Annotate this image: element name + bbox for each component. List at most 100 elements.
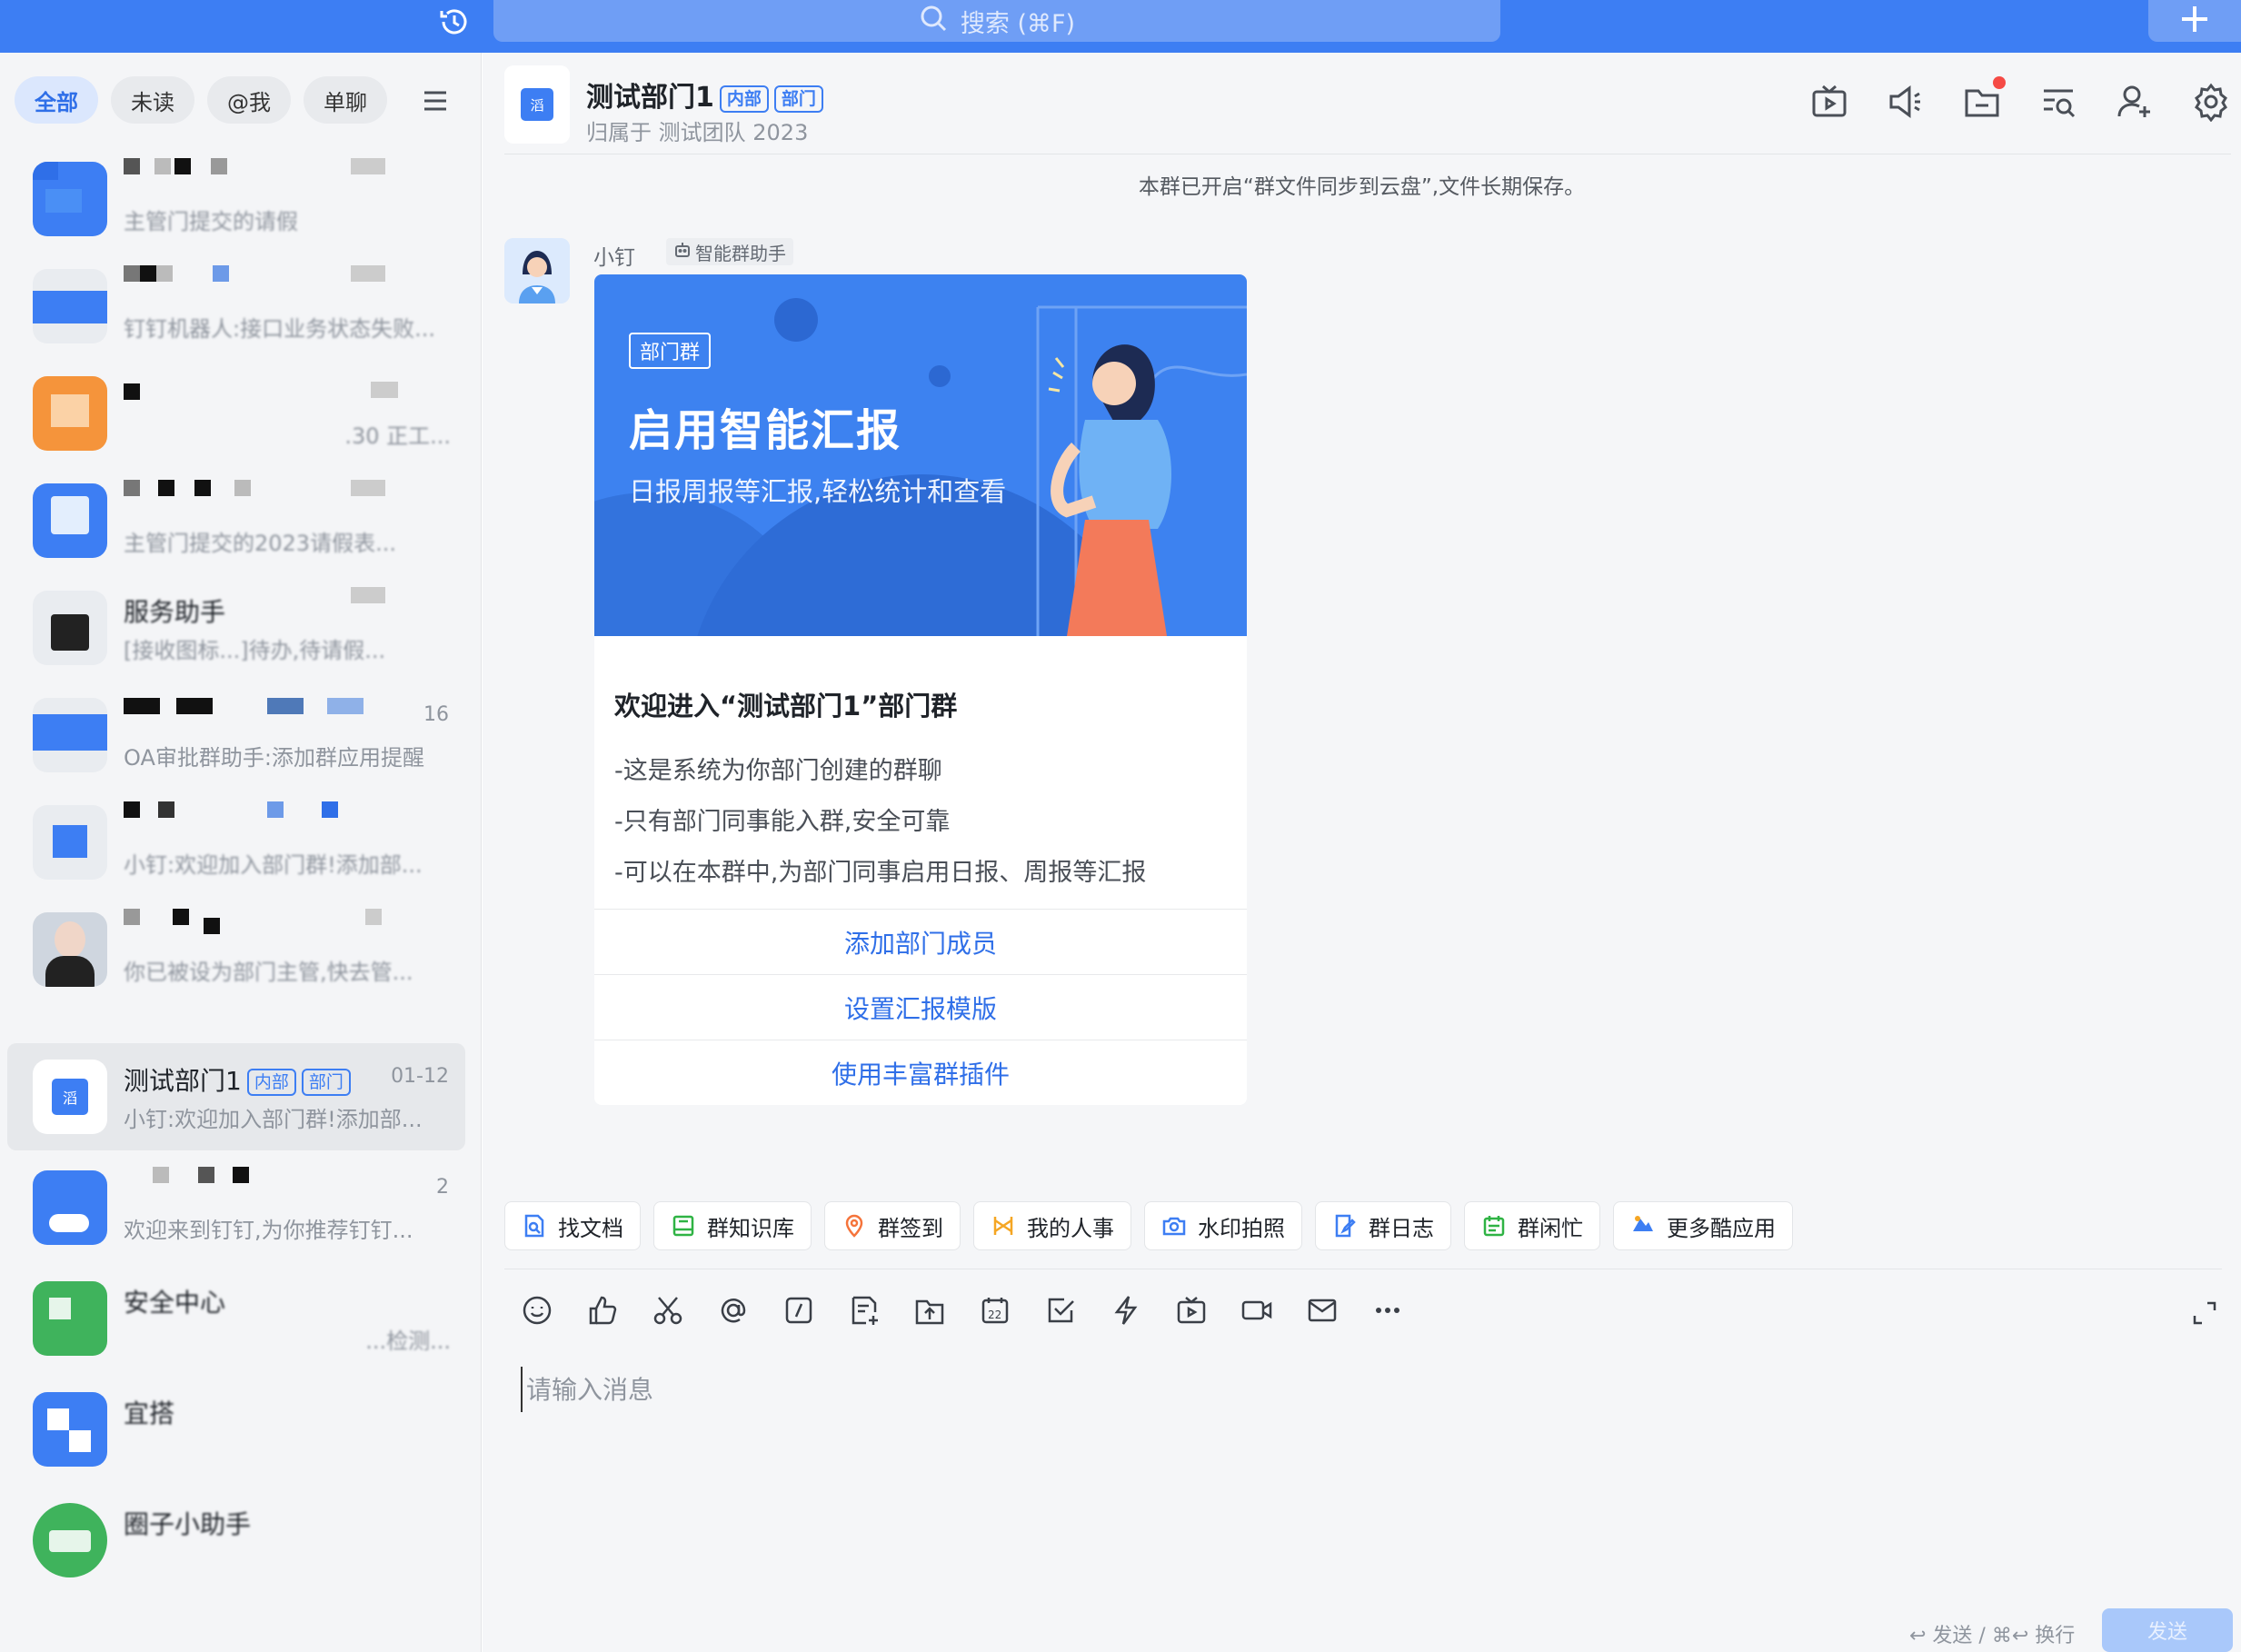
mention-icon[interactable] bbox=[717, 1294, 752, 1329]
avatar bbox=[33, 376, 107, 451]
mail-icon[interactable] bbox=[1306, 1294, 1340, 1329]
live-icon[interactable] bbox=[1809, 82, 1849, 122]
conversation-title: 宜搭 bbox=[124, 1398, 175, 1428]
conversation-title: 服务助手 bbox=[124, 597, 226, 627]
conversation-item[interactable]: 主管门提交的2023请假表... bbox=[7, 467, 465, 574]
conversation-preview: 小钉:欢迎加入部门群!添加部... bbox=[124, 852, 423, 878]
avatar bbox=[33, 162, 107, 236]
expand-icon[interactable] bbox=[2191, 1299, 2218, 1327]
conversation-item[interactable]: 2 欢迎来到钉钉,为你推荐钉钉... bbox=[7, 1154, 465, 1261]
header-toolbar bbox=[1809, 76, 2231, 123]
app-knowledge-base[interactable]: 群知识库 bbox=[653, 1201, 812, 1250]
conversation-item[interactable]: 小钉:欢迎加入部门群!添加部... bbox=[7, 789, 465, 896]
location-icon bbox=[842, 1213, 867, 1239]
slash-command-icon[interactable] bbox=[782, 1294, 817, 1329]
filter-all[interactable]: 全部 bbox=[15, 76, 98, 124]
conversation-title: 圈子小助手 bbox=[124, 1509, 252, 1539]
upload-file-icon[interactable] bbox=[913, 1294, 948, 1329]
bot-avatar[interactable] bbox=[504, 238, 570, 304]
history-icon[interactable] bbox=[436, 4, 476, 40]
conversation-preview: .30 正工... bbox=[344, 423, 451, 449]
filter-single-chat[interactable]: 单聊 bbox=[304, 76, 387, 124]
video-call-icon[interactable] bbox=[1240, 1294, 1275, 1329]
conversation-time: 2 bbox=[436, 1176, 449, 1199]
calendar-icon bbox=[1481, 1213, 1507, 1239]
set-report-template-button[interactable]: 设置汇报模版 bbox=[594, 974, 1247, 1040]
calendar-date-icon[interactable]: 22 bbox=[979, 1294, 1013, 1329]
add-member-icon[interactable] bbox=[2115, 82, 2155, 122]
announcement-icon[interactable] bbox=[1886, 82, 1926, 122]
avatar bbox=[33, 591, 107, 665]
log-icon bbox=[1332, 1213, 1358, 1239]
banner-tag: 部门群 bbox=[629, 333, 712, 369]
card-title: 欢迎进入“测试部门1”部门群 bbox=[614, 691, 958, 722]
app-watermark-camera[interactable]: 水印拍照 bbox=[1144, 1201, 1302, 1250]
avatar bbox=[33, 912, 107, 987]
group-title[interactable]: 测试部门1 内部 部门 bbox=[586, 75, 823, 114]
scissors-icon[interactable] bbox=[652, 1294, 686, 1329]
message-input[interactable] bbox=[521, 1367, 2156, 1412]
app-check-in[interactable]: 群签到 bbox=[824, 1201, 961, 1250]
app-my-hr[interactable]: 我的人事 bbox=[973, 1201, 1131, 1250]
search-input[interactable]: 搜索 (⌘F) bbox=[493, 0, 1500, 42]
card-line: -只有部门同事能入群,安全可靠 bbox=[614, 808, 951, 836]
system-message: 本群已开启“群文件同步到云盘”,文件长期保存。 bbox=[1138, 175, 1586, 199]
app-group-log[interactable]: 群日志 bbox=[1315, 1201, 1451, 1250]
group-files-icon[interactable] bbox=[1962, 76, 2006, 122]
conversation-preview: 小钉:欢迎加入部门群!添加部... bbox=[124, 1107, 423, 1132]
menu-icon[interactable] bbox=[420, 85, 451, 116]
card-line: -可以在本群中,为部门同事启用日报、周报等汇报 bbox=[614, 859, 1147, 887]
group-avatar[interactable]: 滔 bbox=[504, 65, 570, 144]
tag-internal: 内部 bbox=[719, 85, 769, 113]
thumbs-up-icon[interactable] bbox=[586, 1294, 621, 1329]
app-find-doc[interactable]: 找文档 bbox=[504, 1201, 641, 1250]
avatar bbox=[33, 1392, 107, 1467]
app-availability[interactable]: 群闲忙 bbox=[1464, 1201, 1600, 1250]
knowledge-icon bbox=[671, 1213, 696, 1239]
conversation-item[interactable]: 主管门提交的请假 bbox=[7, 145, 465, 253]
card-line: -这是系统为你部门创建的群聊 bbox=[614, 757, 942, 785]
avatar bbox=[33, 483, 107, 558]
conversation-preview: OA审批群助手:添加群应用提醒 bbox=[124, 745, 424, 771]
welcome-card: 部门群 启用智能汇报 日报周报等汇报,轻松统计和查看 欢迎进入“测试部门1”部门… bbox=[594, 274, 1247, 1105]
app-more[interactable]: 更多酷应用 bbox=[1613, 1201, 1793, 1250]
conversation-item[interactable]: .30 正工... bbox=[7, 360, 465, 467]
search-history-icon[interactable] bbox=[2038, 82, 2078, 122]
use-group-plugins-button[interactable]: 使用丰富群插件 bbox=[594, 1040, 1247, 1105]
conversation-item[interactable]: 钉钉机器人:接口业务状态失败... bbox=[7, 253, 465, 360]
conversation-item-test-dept[interactable]: 滔 测试部门1 内部 部门 01-12 小钉:欢迎加入部门群!添加部... bbox=[7, 1043, 465, 1150]
more-icon[interactable] bbox=[1371, 1294, 1406, 1329]
filter-unread[interactable]: 未读 bbox=[111, 76, 194, 124]
banner-subtitle: 日报周报等汇报,轻松统计和查看 bbox=[629, 476, 1007, 507]
avatar bbox=[33, 1503, 107, 1577]
hr-icon bbox=[991, 1213, 1016, 1239]
filter-mentions[interactable]: @我 bbox=[207, 76, 291, 124]
group-apps-bar: 找文档 群知识库 群签到 我的人事 水印拍照 群日志 群闲忙 更多酷应用 bbox=[504, 1201, 1793, 1250]
task-check-icon[interactable] bbox=[1044, 1294, 1079, 1329]
conversation-item[interactable]: 宜搭 bbox=[7, 1376, 465, 1483]
more-apps-icon bbox=[1630, 1213, 1656, 1239]
avatar: 滔 bbox=[33, 1060, 107, 1134]
live-stream-icon[interactable] bbox=[1175, 1294, 1210, 1329]
doc-search-icon bbox=[522, 1213, 547, 1239]
conversation-item[interactable]: 安全中心 ...检测... bbox=[7, 1265, 465, 1372]
conversation-item[interactable]: 圈子小助手 bbox=[7, 1487, 465, 1594]
search-placeholder: 搜索 (⌘F) bbox=[960, 9, 1076, 38]
conversation-item[interactable]: 服务助手 [接收图标...]待办,待请假... bbox=[7, 574, 465, 682]
flash-icon[interactable] bbox=[1110, 1294, 1144, 1329]
add-dept-member-button[interactable]: 添加部门成员 bbox=[594, 909, 1247, 974]
avatar bbox=[33, 1281, 107, 1356]
doc-icon[interactable] bbox=[848, 1294, 882, 1329]
send-button[interactable]: 发送 bbox=[2102, 1608, 2233, 1652]
top-bar: 搜索 (⌘F) bbox=[0, 0, 2241, 53]
emoji-icon[interactable] bbox=[521, 1294, 555, 1329]
tag-department: 部门 bbox=[773, 85, 823, 113]
avatar bbox=[33, 698, 107, 772]
conversation-preview: 欢迎来到钉钉,为你推荐钉钉... bbox=[124, 1218, 413, 1243]
avatar bbox=[33, 269, 107, 343]
settings-gear-icon[interactable] bbox=[2191, 82, 2231, 123]
send-hint: ↩ 发送 / ⌘↩ 换行 bbox=[1909, 1625, 2076, 1647]
conversation-item[interactable]: 你已被设为部门主管,快去管... bbox=[7, 896, 465, 1003]
conversation-item[interactable]: 16 OA审批群助手:添加群应用提醒 bbox=[7, 682, 465, 789]
add-button[interactable] bbox=[2148, 0, 2241, 42]
